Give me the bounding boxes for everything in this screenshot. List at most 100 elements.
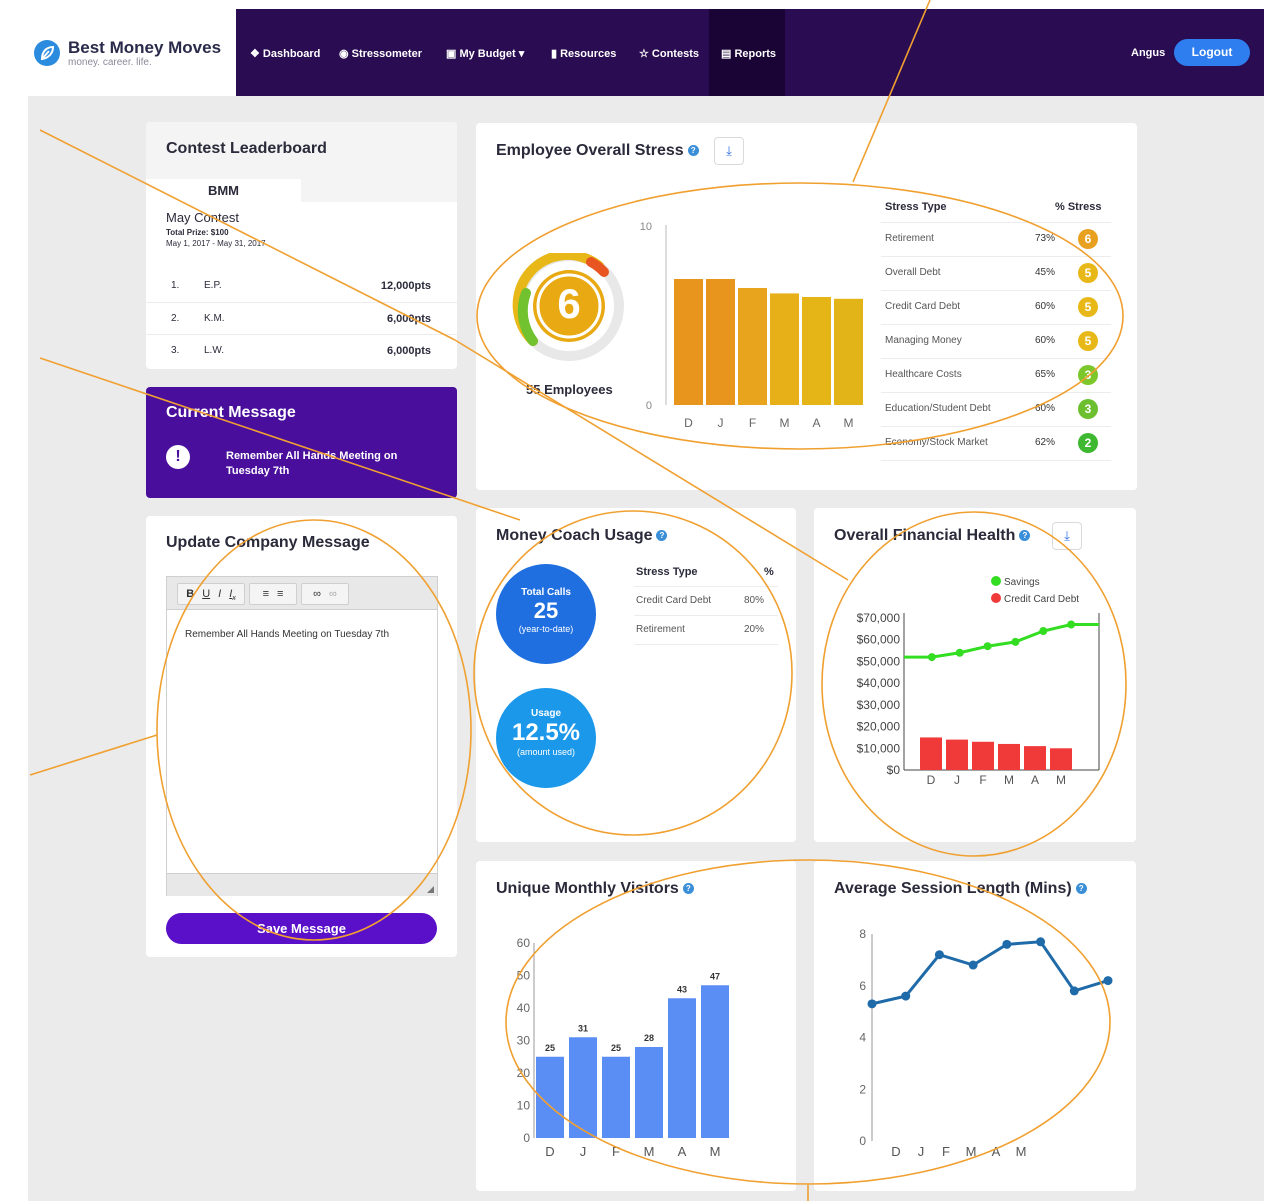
participant-name: E.P. [204,280,222,291]
visitors-title: Unique Monthly Visitors? [496,880,694,898]
stress-level-badge: 2 [1078,433,1098,453]
visitors-bar [668,998,696,1138]
underline-button[interactable]: U [202,588,210,600]
x-tick-label: J [718,416,724,430]
help-icon[interactable]: ? [682,883,694,895]
tab-bmm[interactable]: BMM [146,179,301,203]
savings-point [1011,637,1020,646]
legend-debt-label: Credit Card Debt [1004,594,1079,605]
coach-pct-header: % [764,566,774,578]
ordered-list-icon[interactable]: ≡ [263,588,269,600]
logout-button[interactable]: Logout [1174,39,1250,66]
stress-percent: 60% [1035,403,1056,414]
participant-points: 6,000pts [386,313,431,325]
stress-bar [802,297,831,405]
visitors-bar [635,1047,663,1138]
nav-reports[interactable]: ▤ Reports [721,47,776,60]
update-message-card: Update Company Message B U I Ix ≡ ≡ ∞ ∞ Remem… [146,516,457,957]
download-button[interactable]: ⤓ [714,137,744,165]
coach-stress-type: Credit Card Debt [636,595,712,606]
nav-resources[interactable]: ▮ Resources [551,47,616,60]
nav-contests[interactable]: ☆ Contests [639,47,699,60]
financial-health-chart: $0 $10,000 $20,000 $30,000 $40,000 $50,000 $60… [857,576,1100,787]
bar-data-label: 28 [644,1033,654,1043]
resize-handle-icon[interactable] [427,886,434,893]
help-icon[interactable]: ? [1075,883,1087,895]
session-point [934,950,944,960]
stress-bar [834,298,863,405]
stress-table-row: Credit Card Debt 60% 5 [881,291,1111,325]
brand-tagline: money. career. life. [68,57,152,68]
editor-body[interactable]: Remember All Hands Meeting on Tuesday 7t… [185,629,389,640]
stress-table-row: Overall Debt 45% 5 [881,257,1111,291]
remove-format-button[interactable]: Ix [229,588,236,602]
stress-percent: 60% [1035,335,1056,346]
total-calls-circle: Total Calls 25 (year-to-date) [496,564,596,664]
stress-bar [674,279,703,405]
coach-table-row: Retirement 20% [634,616,778,645]
stress-type: Credit Card Debt [885,301,961,312]
trophy-icon: ☆ [639,48,652,60]
nav-dashboard[interactable]: ❖ Dashboard [250,47,320,60]
save-message-button[interactable]: Save Message [166,913,437,944]
credit-card-debt-bar [946,739,968,770]
help-icon[interactable]: ? [687,145,699,157]
y-tick-label: 4 [859,1031,866,1045]
nav-my-budget[interactable]: ▣ My Budget ▾ [446,47,524,60]
bullet-list-icon[interactable]: ≡ [277,588,283,600]
x-tick-label: A [1031,773,1039,787]
x-tick-label: A [812,416,820,430]
participant-name: K.M. [204,313,225,324]
x-tick-label: M [780,416,790,430]
credit-card-debt-bar [998,743,1020,770]
session-point [1069,986,1079,996]
x-tick-label: M [1016,1144,1027,1159]
visitors-bar [536,1056,564,1138]
x-tick-label: J [918,1144,925,1159]
italic-button[interactable]: I [218,588,221,600]
x-tick-label: F [942,1144,950,1159]
stress-type: Economy/Stock Market [885,437,988,448]
brand[interactable]: Best Money Moves money. career. life. [34,38,234,78]
help-icon[interactable]: ? [656,530,668,542]
rank-number: 1. [171,280,180,291]
stress-bar-chart: 10 0 D J F M A M [640,221,863,430]
rank-number: 2. [171,313,180,324]
y-tick-label: 40 [517,1001,531,1015]
x-tick-label: D [891,1144,900,1159]
x-tick-label: J [580,1144,587,1159]
stress-percent: 65% [1035,369,1056,380]
bold-button[interactable]: B [186,588,194,600]
money-coach-card: Money Coach Usage? Total Calls 25 (year-… [476,508,796,842]
x-tick-label: M [966,1144,977,1159]
usage-label: Usage [530,708,561,719]
coach-table-header: Stress Type % [634,562,778,587]
stress-level-badge: 5 [1078,263,1098,283]
brand-name: Best Money Moves [68,38,222,57]
caret-down-icon: ▾ [515,48,525,60]
total-calls-label: Total Calls [521,587,571,598]
nav-stressometer[interactable]: ◉ Stressometer [339,47,422,60]
unlink-icon[interactable]: ∞ [329,588,337,600]
x-tick-label: M [644,1144,655,1159]
stress-level-badge: 6 [1078,229,1098,249]
usage-sub: (amount used) [516,747,576,757]
help-icon[interactable]: ? [1019,530,1031,542]
y-tick-label: 10 [640,221,652,233]
editor-status-bar [167,873,437,896]
bar-data-label: 47 [710,971,720,981]
leaderboard-title: Contest Leaderboard [166,140,327,157]
participant-points: 6,000pts [386,345,431,357]
leaderboard-row: 2. K.M. 6,000pts [146,302,457,335]
y-tick-label: 20 [517,1066,531,1080]
leaf-logo-icon [34,40,60,66]
savings-point [927,653,936,662]
y-tick-label: 8 [859,927,866,941]
current-message-text: Remember All Hands Meeting on Tuesday 7t… [226,450,398,477]
message-editor[interactable]: B U I Ix ≡ ≡ ∞ ∞ Remember All Hands Meeting o… [166,576,438,896]
link-icon[interactable]: ∞ [313,588,321,600]
stress-table-row: Economy/Stock Market 62% 2 [881,427,1111,461]
savings-point [983,642,992,651]
download-button[interactable]: ⤓ [1052,522,1082,550]
total-calls-value: 25 [533,598,559,623]
